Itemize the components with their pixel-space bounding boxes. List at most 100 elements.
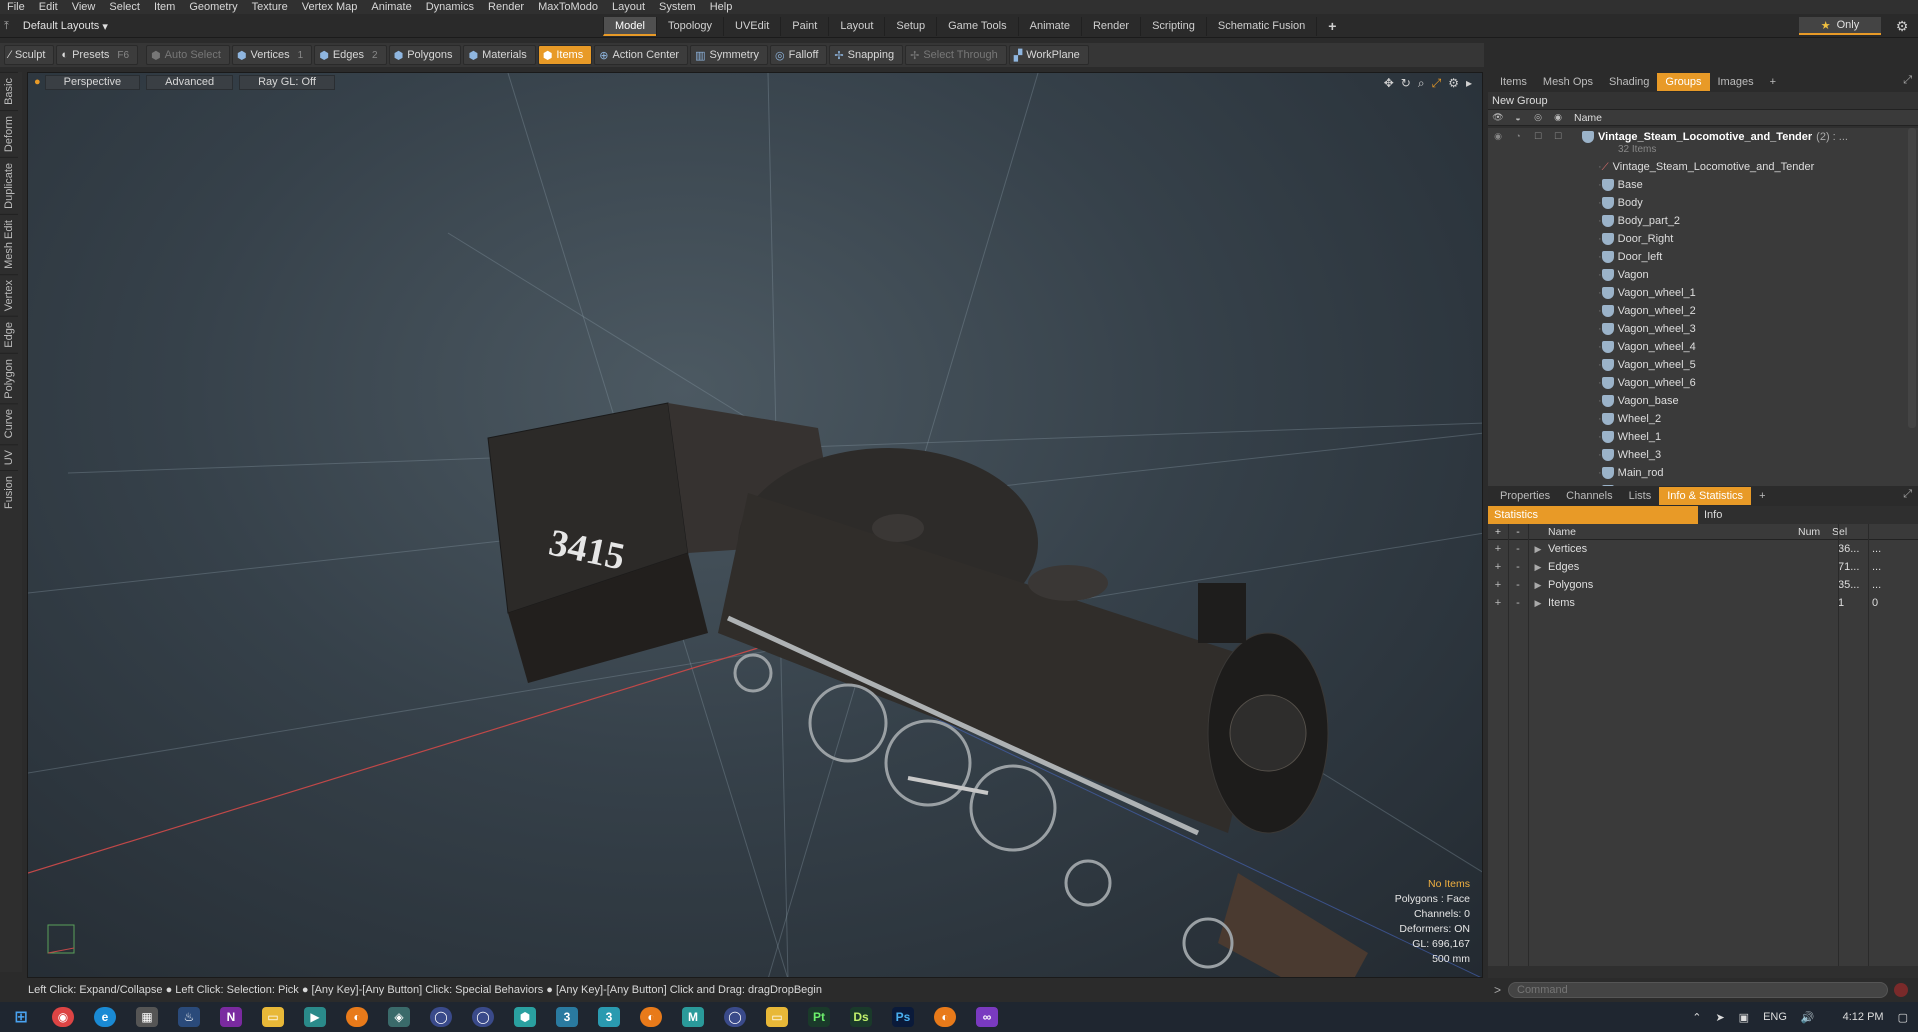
list-item[interactable]: · Vagon_base — [1488, 392, 1918, 410]
menu-dynamics[interactable]: Dynamics — [419, 0, 481, 14]
painter-icon[interactable]: Pt — [808, 1007, 830, 1027]
remove-icon[interactable]: - — [1508, 579, 1528, 591]
left-tab-uv[interactable]: UV — [0, 443, 18, 471]
edge-icon[interactable]: e — [94, 1007, 116, 1027]
edges-button[interactable]: ⬢ Edges 2 — [314, 45, 387, 65]
add-icon[interactable]: + — [1488, 543, 1508, 555]
left-tab-deform[interactable]: Deform — [0, 109, 18, 157]
list-item[interactable]: · Wheel_1 — [1488, 428, 1918, 446]
left-tab-edge[interactable]: Edge — [0, 315, 18, 353]
list-item[interactable]: · Vagon_wheel_4 — [1488, 338, 1918, 356]
groups-tab-groups[interactable]: Groups — [1657, 73, 1710, 91]
table-row[interactable]: + - ▶ Items 1 0 — [1488, 594, 1918, 612]
c4d-3-icon[interactable]: ◯ — [724, 1007, 746, 1027]
list-item[interactable]: · Base — [1488, 176, 1918, 194]
zoom-icon[interactable]: ⌕ — [1418, 76, 1425, 91]
add-layout-tab[interactable]: + — [1316, 17, 1347, 36]
menu-vertex-map[interactable]: Vertex Map — [295, 0, 365, 14]
menu-select[interactable]: Select — [102, 0, 147, 14]
remove-icon[interactable]: - — [1508, 561, 1528, 573]
language-indicator[interactable]: ENG — [1763, 1011, 1787, 1023]
list-item[interactable]: · Vagon — [1488, 266, 1918, 284]
left-tab-curve[interactable]: Curve — [0, 403, 18, 444]
visual-studio-icon[interactable]: ∞ — [976, 1007, 998, 1027]
app-icon[interactable]: ▶ — [304, 1007, 326, 1027]
table-row[interactable]: + - ▶ Vertices 36...... — [1488, 540, 1918, 558]
remove-icon[interactable]: - — [1508, 543, 1528, 555]
list-item[interactable]: · Vagon_wheel_2 — [1488, 302, 1918, 320]
expand-arrow-icon[interactable]: ▶ — [1528, 598, 1548, 609]
send-icon[interactable]: ➤ — [1715, 1011, 1724, 1024]
auto-select-button[interactable]: ⬢ Auto Select — [146, 45, 230, 65]
groups-add-tab[interactable]: + — [1762, 73, 1784, 91]
group-row[interactable]: ◉ ◔ ☐ ☐ Vintage_Steam_Locomotive_and_Tender… — [1488, 128, 1918, 158]
props-tab-properties[interactable]: Properties — [1492, 487, 1558, 505]
viewport-settings-icon[interactable]: ⚙ — [1448, 76, 1459, 91]
lock-icon[interactable]: ◒ — [1508, 113, 1528, 123]
add-icon[interactable]: + — [1488, 561, 1508, 573]
items-button[interactable]: ⬢ Items — [537, 45, 593, 65]
menu-view[interactable]: View — [65, 0, 103, 14]
layout-tab-render[interactable]: Render — [1080, 17, 1140, 36]
menu-geometry[interactable]: Geometry — [182, 0, 244, 14]
only-button[interactable]: ★ Only — [1799, 17, 1881, 35]
chrome-icon[interactable]: ◉ — [52, 1007, 74, 1027]
maya-icon[interactable]: M — [682, 1007, 704, 1027]
blender-3-icon[interactable]: ◐ — [934, 1007, 956, 1027]
menu-edit[interactable]: Edit — [32, 0, 65, 14]
expand-arrow-icon[interactable]: ▶ — [1528, 562, 1548, 573]
vertices-button[interactable]: ⬢ Vertices 1 — [231, 45, 313, 65]
layout-tab-scripting[interactable]: Scripting — [1140, 17, 1206, 36]
sculpt-button[interactable]: ⁄ Sculpt — [4, 45, 55, 65]
left-tab-basic[interactable]: Basic — [0, 72, 18, 110]
windows-start-icon[interactable]: ⊞ — [10, 1007, 32, 1027]
network-icon[interactable]: ▣ — [1739, 1011, 1749, 1024]
blender-icon[interactable]: ◐ — [346, 1007, 368, 1027]
props-tab-lists[interactable]: Lists — [1621, 487, 1660, 505]
snapping-button[interactable]: ✢ Snapping — [829, 45, 904, 65]
calculator-icon[interactable]: ▦ — [136, 1007, 158, 1027]
menu-system[interactable]: System — [652, 0, 703, 14]
explorer-icon[interactable]: ▭ — [766, 1007, 788, 1027]
groups-scrollbar[interactable] — [1908, 128, 1916, 428]
groups-tab-items[interactable]: Items — [1492, 73, 1535, 91]
menu-file[interactable]: File — [0, 0, 32, 14]
viewport-expand-icon[interactable]: ▸ — [1466, 76, 1472, 91]
list-item[interactable]: · Main_rod — [1488, 464, 1918, 482]
houdini-icon[interactable]: ⬢ — [514, 1007, 536, 1027]
left-tab-duplicate[interactable]: Duplicate — [0, 156, 18, 214]
modo-icon[interactable]: ◈ — [388, 1007, 410, 1027]
add-icon[interactable]: + — [1488, 597, 1508, 609]
props-add-tab[interactable]: + — [1751, 487, 1773, 505]
expand-icon[interactable]: ⤢ — [1903, 488, 1912, 501]
menu-animate[interactable]: Animate — [364, 0, 418, 14]
menu-help[interactable]: Help — [703, 0, 740, 14]
falloff-button[interactable]: ◎ Falloff — [770, 45, 828, 65]
gear-icon[interactable]: ⚙ — [1892, 17, 1912, 35]
c4d-icon[interactable]: ◯ — [430, 1007, 452, 1027]
layout-selector[interactable]: ⤒ Default Layouts ▾ — [4, 18, 108, 34]
list-item[interactable]: · Body — [1488, 194, 1918, 212]
layout-tab-model[interactable]: Model — [603, 17, 656, 36]
c4d-2-icon[interactable]: ◯ — [472, 1007, 494, 1027]
layout-tab-animate[interactable]: Animate — [1017, 17, 1081, 36]
workplane-button[interactable]: ▞ WorkPlane — [1008, 45, 1089, 65]
left-tab-polygon[interactable]: Polygon — [0, 352, 18, 404]
view-mode-button[interactable]: Perspective — [44, 74, 141, 90]
layout-tab-layout[interactable]: Layout — [828, 17, 884, 36]
polygons-button[interactable]: ⬢ Polygons — [388, 45, 462, 65]
add-icon[interactable]: + — [1488, 579, 1508, 591]
presets-button[interactable]: ◐ Presets F6 — [56, 45, 139, 65]
list-item[interactable]: · Vagon_wheel_6 — [1488, 374, 1918, 392]
list-item[interactable]: · Vagon_wheel_1 — [1488, 284, 1918, 302]
select-toggle-icon[interactable]: ☐ — [1548, 131, 1568, 142]
lock-icon[interactable]: ◔ — [1508, 131, 1528, 142]
command-input[interactable] — [1508, 982, 1888, 998]
props-tab-info-statistics[interactable]: Info & Statistics — [1659, 487, 1752, 505]
shading-mode-button[interactable]: Advanced — [146, 74, 234, 90]
3dsmax-icon[interactable]: 3 — [556, 1007, 578, 1027]
new-group-button[interactable]: New Group — [1488, 92, 1918, 110]
collapse-icon[interactable]: ⤒ — [4, 20, 9, 33]
list-item[interactable]: · Door_left — [1488, 248, 1918, 266]
statistics-tab[interactable]: Statistics — [1488, 506, 1698, 524]
